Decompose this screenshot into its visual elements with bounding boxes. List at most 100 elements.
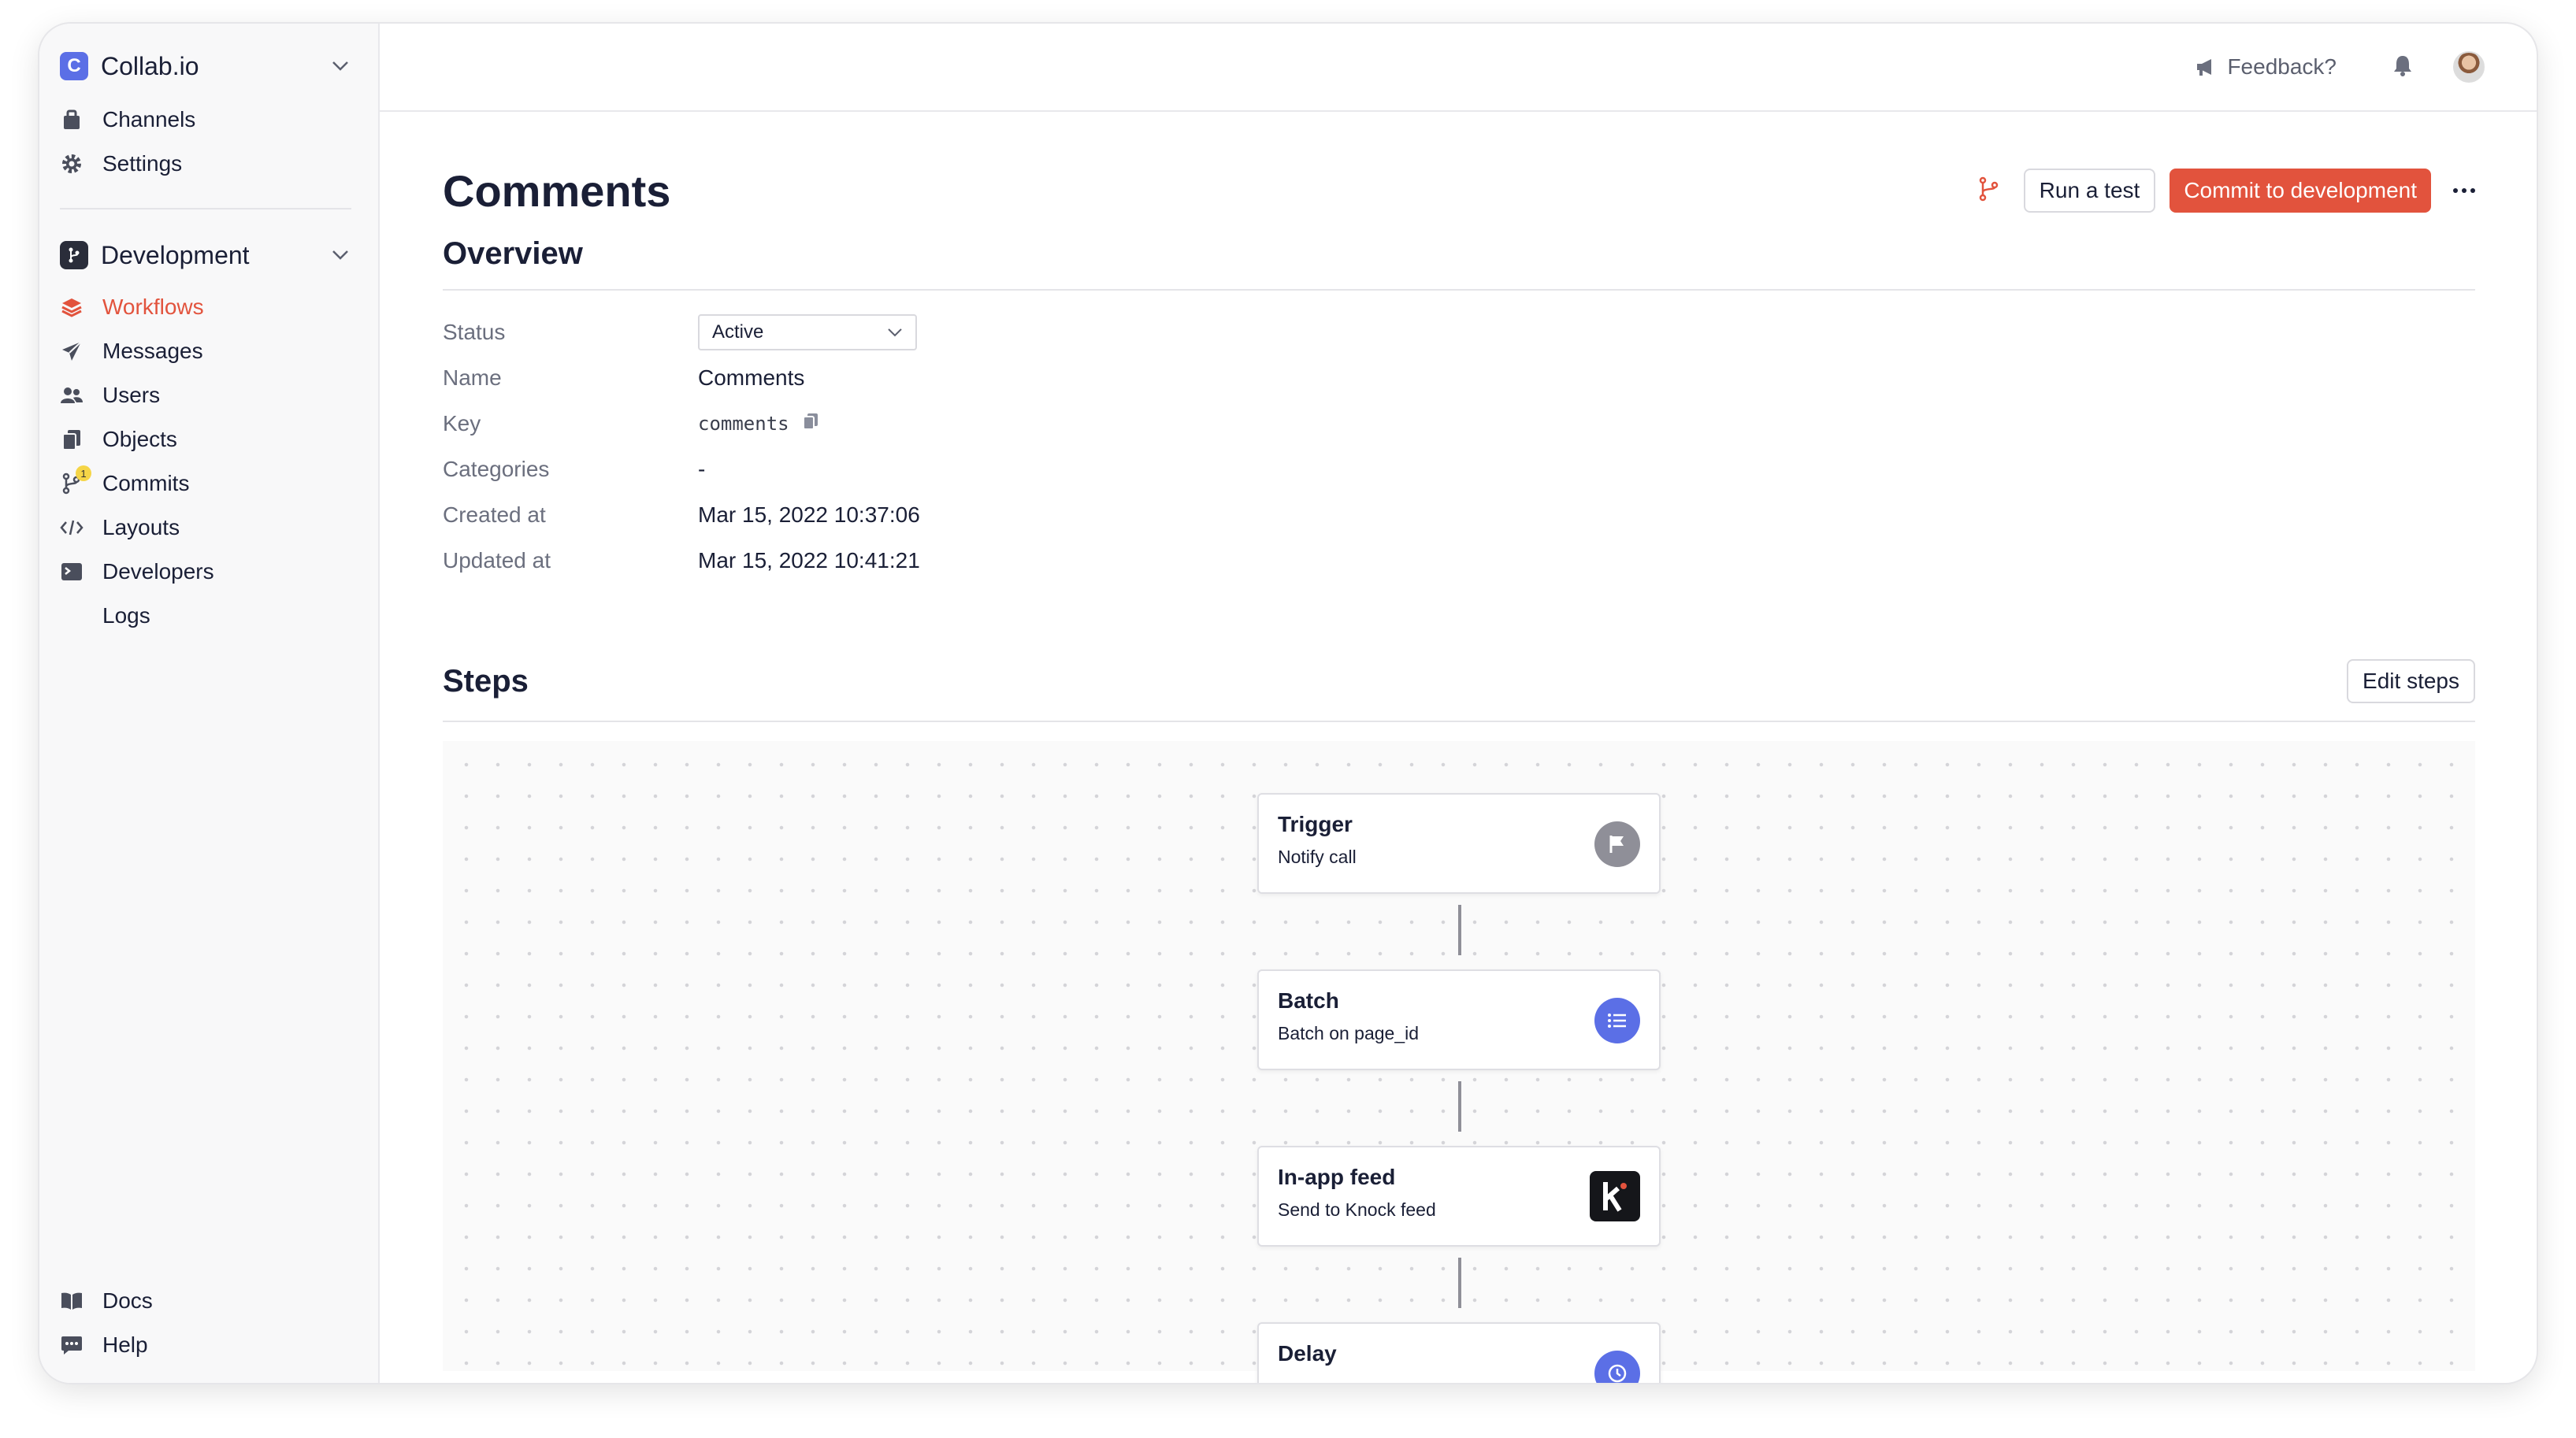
step-subtitle: Send to Knock feed [1278,1199,1436,1220]
paper-plane-icon [60,339,84,363]
more-options-icon[interactable] [2453,188,2475,193]
bell-icon[interactable] [2392,54,2414,81]
branch-icon[interactable] [1978,176,2000,206]
code-icon [60,516,84,539]
environment-icon [60,241,88,269]
terminal-icon [60,560,84,584]
detail-row-updated: Updated at Mar 15, 2022 10:41:21 [443,538,2475,584]
overview-details: Status Active Name Comments Key comments [443,309,2475,584]
sidebar-divider [60,208,351,209]
step-title: Batch [1278,988,1339,1013]
sidebar-item-commits[interactable]: 1 Commits [60,461,351,506]
feedback-button[interactable]: Feedback? [2196,54,2337,80]
commits-badge: 1 [76,465,91,481]
sidebar-item-label: Commits [102,471,190,495]
book-icon [60,1289,84,1313]
edit-steps-button[interactable]: Edit steps [2347,659,2475,703]
step-card-in-app-feed[interactable]: In-app feed Send to Knock feed [1257,1146,1661,1247]
detail-value: - [698,457,706,481]
sidebar-item-label: Developers [102,559,214,584]
sidebar-item-workflows[interactable]: Workflows [60,285,351,329]
list-icon [1594,998,1640,1043]
sidebar-item-label: Docs [102,1288,153,1313]
environment-name: Development [101,240,250,269]
detail-label: Updated at [443,548,551,573]
environment-switcher[interactable]: Development [60,233,351,277]
detail-label: Key [443,411,481,435]
overview-title: Overview [443,236,583,271]
workflow-canvas[interactable]: Trigger Notify call Batch Batch on page_… [443,741,2475,1383]
detail-row-categories: Categories - [443,447,2475,492]
sidebar-footer: Docs Help [60,1279,153,1367]
sidebar-item-settings[interactable]: Settings [60,142,351,186]
step-subtitle: Batch on page_id [1278,1023,1420,1043]
sidebar-item-help[interactable]: Help [60,1323,153,1367]
org-name: Collab.io [101,51,199,80]
flag-icon [1594,821,1640,867]
step-card-batch[interactable]: Batch Batch on page_id [1257,969,1661,1070]
app-window: C Collab.io Channels Settings Developmen… [39,24,2537,1383]
sidebar-item-label: Logs [102,603,150,628]
avatar[interactable] [2453,51,2485,83]
step-title: Delay [1278,1341,1337,1366]
main-content: Feedback? Comments Run a test Commit to … [380,24,2537,1383]
objects-icon [60,428,84,451]
status-select-value: Active [712,321,764,343]
page-title: Comments [443,165,671,216]
org-logo: C [60,52,88,80]
sidebar-item-label: Layouts [102,515,180,539]
sidebar-item-label: Users [102,383,161,407]
sidebar-item-label: Objects [102,427,177,451]
detail-row-status: Status Active [443,309,2475,355]
sidebar-item-layouts[interactable]: Layouts [60,506,351,550]
sidebar-item-users[interactable]: Users [60,373,351,417]
steps-title: Steps [443,663,529,699]
sidebar-item-label: Help [102,1332,148,1357]
copy-icon[interactable] [802,411,819,436]
detail-value: Comments [698,365,805,390]
detail-label: Categories [443,457,550,481]
step-card-delay[interactable]: Delay [1257,1322,1661,1383]
feedback-label: Feedback? [2227,54,2337,79]
knock-logo-icon [1590,1171,1640,1221]
detail-row-key: Key comments [443,401,2475,447]
git-commit-icon: 1 [60,465,91,495]
sidebar-item-objects[interactable]: Objects [60,417,351,461]
detail-label: Created at [443,502,546,527]
sidebar-item-docs[interactable]: Docs [60,1279,153,1323]
chevron-down-icon [888,328,902,337]
sidebar-item-messages[interactable]: Messages [60,329,351,373]
detail-label: Name [443,365,502,390]
run-test-button[interactable]: Run a test [2023,169,2156,213]
chevron-down-icon [329,55,351,77]
sidebar-item-channels[interactable]: Channels [60,98,351,142]
gear-icon [60,152,84,176]
layers-icon [60,295,84,319]
users-icon [60,384,84,407]
sidebar-item-label: Settings [102,151,183,176]
status-select[interactable]: Active [698,314,917,350]
chevron-down-icon [329,244,351,266]
top-bar: Feedback? [380,24,2537,112]
detail-value: Mar 15, 2022 10:41:21 [698,548,920,573]
detail-row-created: Created at Mar 15, 2022 10:37:06 [443,492,2475,538]
sidebar-item-label: Channels [102,107,196,132]
step-title: In-app feed [1278,1165,1396,1189]
step-subtitle: Notify call [1278,847,1357,867]
megaphone-icon [2197,59,2212,76]
sidebar: C Collab.io Channels Settings Developmen… [39,24,380,1383]
chat-icon [60,1333,84,1357]
commit-button[interactable]: Commit to development [2170,169,2431,213]
step-connector [1458,1081,1461,1132]
step-connector [1458,905,1461,955]
step-card-trigger[interactable]: Trigger Notify call [1257,793,1661,894]
sidebar-item-developers[interactable]: Developers [60,550,351,594]
step-connector [1458,1258,1461,1308]
org-switcher[interactable]: C Collab.io [60,44,351,88]
detail-row-name: Name Comments [443,355,2475,401]
channels-icon [60,108,84,132]
sidebar-item-label: Messages [102,339,203,363]
sidebar-item-logs[interactable]: Logs [60,594,351,638]
detail-value: Mar 15, 2022 10:37:06 [698,502,920,527]
step-title: Trigger [1278,812,1353,836]
